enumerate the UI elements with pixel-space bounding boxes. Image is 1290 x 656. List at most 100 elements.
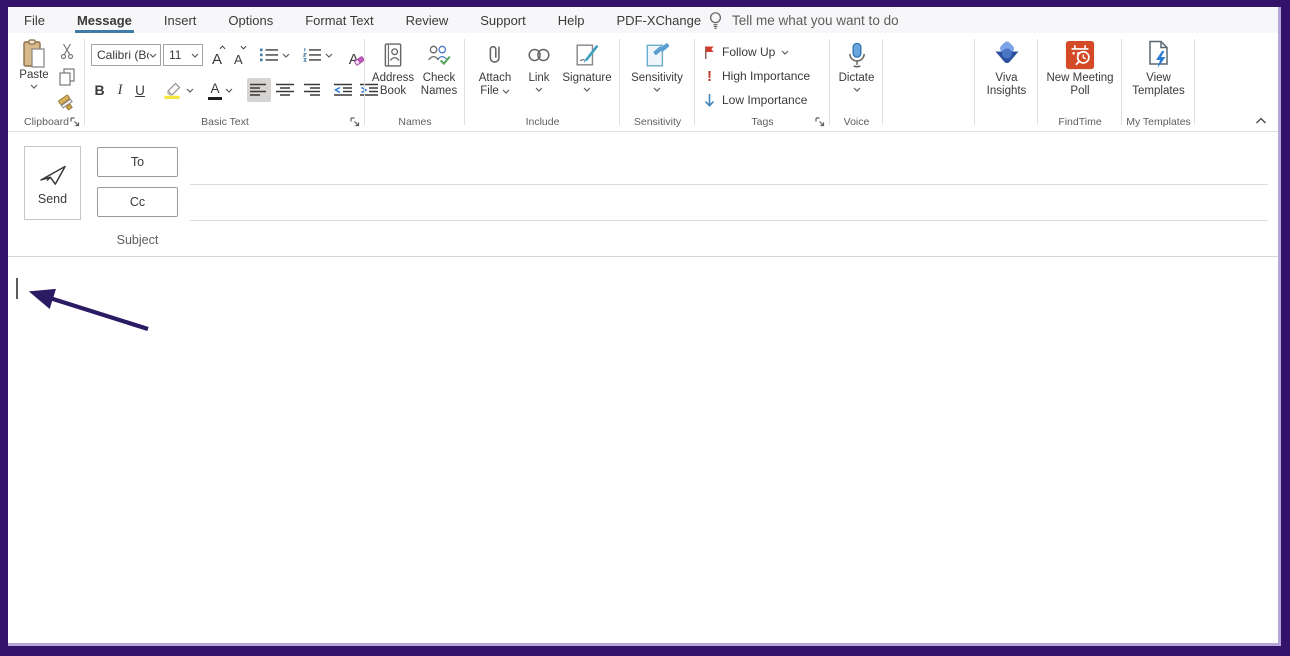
paperclip-icon: [486, 38, 504, 72]
group-voice: Dictate Voice: [830, 33, 883, 131]
attach-file-button[interactable]: Attach File: [473, 38, 517, 98]
paste-label: Paste: [19, 69, 48, 82]
findtime-group-label: FindTime: [1038, 116, 1122, 128]
copy-icon[interactable]: [56, 67, 78, 87]
tags-dialog-launcher-icon[interactable]: [814, 116, 826, 128]
check-names-button[interactable]: Check Names: [417, 38, 461, 98]
link-icon: [527, 38, 551, 72]
bold-button[interactable]: B: [91, 82, 108, 98]
font-color-button[interactable]: A: [206, 78, 235, 102]
sensitivity-label: Sensitivity: [631, 72, 683, 85]
collapse-ribbon-icon[interactable]: [1253, 115, 1269, 127]
tags-group-label: Tags: [695, 116, 830, 128]
tab-support[interactable]: Support: [464, 7, 542, 33]
underline-button[interactable]: U: [132, 83, 148, 98]
group-findtime: New Meeting Poll FindTime: [1038, 33, 1122, 131]
to-button[interactable]: To: [97, 147, 178, 177]
ribbon: Paste Clipboard: [8, 33, 1281, 132]
view-templates-icon: [1146, 38, 1172, 72]
message-body[interactable]: [8, 257, 1281, 643]
group-my-templates: View Templates My Templates: [1122, 33, 1195, 131]
send-button[interactable]: Send: [24, 146, 81, 220]
paste-dropdown-icon[interactable]: [30, 84, 38, 89]
numbering-button[interactable]: [300, 43, 335, 67]
link-dropdown-icon[interactable]: [535, 87, 543, 92]
tell-me-box[interactable]: Tell me what you want to do: [708, 7, 899, 33]
signature-icon: [575, 38, 599, 72]
follow-up-button[interactable]: Follow Up: [703, 41, 789, 63]
low-importance-button[interactable]: Low Importance: [703, 89, 807, 111]
tab-insert[interactable]: Insert: [148, 7, 213, 33]
tab-pdf-xchange[interactable]: PDF-XChange: [601, 7, 718, 33]
italic-button[interactable]: I: [113, 82, 127, 99]
address-book-button[interactable]: Address Book: [371, 38, 415, 98]
to-button-label: To: [131, 155, 144, 169]
menu-bar: File Message Insert Options Format Text …: [8, 7, 1281, 33]
format-painter-icon[interactable]: [56, 93, 78, 113]
dictate-label: Dictate: [839, 72, 875, 85]
align-center-button[interactable]: [273, 78, 297, 102]
tab-review[interactable]: Review: [390, 7, 465, 33]
align-right-button[interactable]: [299, 78, 323, 102]
group-spacer: [883, 33, 975, 131]
clipboard-dialog-launcher-icon[interactable]: [69, 116, 81, 128]
group-viva-insights: Viva Insights: [975, 33, 1038, 131]
meeting-poll-icon: [1065, 38, 1095, 72]
sensitivity-dropdown-icon[interactable]: [653, 87, 661, 92]
tab-file[interactable]: File: [8, 7, 61, 33]
tab-help[interactable]: Help: [542, 7, 601, 33]
cc-field[interactable]: [190, 186, 1268, 220]
grow-font-button[interactable]: A: [210, 43, 224, 67]
group-tags: Follow Up ! High Importance Low Importan…: [695, 33, 830, 131]
font-size-combo[interactable]: 11: [163, 44, 203, 66]
check-names-icon: [426, 38, 452, 72]
dictate-dropdown-icon[interactable]: [853, 87, 861, 92]
decrease-indent-button[interactable]: [331, 78, 355, 102]
window-frame: [0, 0, 1290, 7]
bullets-button[interactable]: [257, 43, 292, 67]
font-name-combo[interactable]: Calibri (Bo: [91, 44, 161, 66]
paste-clipboard-icon: [21, 39, 47, 69]
signature-dropdown-icon[interactable]: [583, 87, 591, 92]
clear-formatting-button[interactable]: A: [347, 43, 361, 67]
dictate-button[interactable]: Dictate: [834, 38, 879, 92]
view-templates-button[interactable]: View Templates: [1127, 38, 1190, 98]
new-meeting-poll-button[interactable]: New Meeting Poll: [1044, 38, 1116, 98]
tab-options[interactable]: Options: [212, 7, 289, 33]
compose-header: Send To Cc Subject: [8, 132, 1281, 257]
sensitivity-button[interactable]: Sensitivity: [626, 38, 688, 92]
view-templates-label: View Templates: [1127, 72, 1190, 98]
names-group-label: Names: [365, 116, 465, 128]
signature-label: Signature: [562, 72, 611, 85]
group-sensitivity: Sensitivity Sensitivity: [620, 33, 695, 131]
paste-button[interactable]: Paste: [14, 39, 54, 89]
link-button[interactable]: Link: [522, 38, 556, 92]
annotation-arrow: [20, 283, 160, 341]
header-body-divider: [8, 256, 1281, 257]
subject-label: Subject: [97, 233, 178, 247]
group-clipboard: Paste Clipboard: [8, 33, 85, 131]
align-left-button[interactable]: [247, 78, 271, 102]
to-field[interactable]: [190, 148, 1268, 184]
subject-field[interactable]: [190, 226, 1268, 252]
signature-button[interactable]: Signature: [558, 38, 616, 92]
shrink-font-button[interactable]: A: [232, 43, 245, 67]
address-book-label: Address Book: [371, 72, 415, 98]
high-importance-button[interactable]: ! High Importance: [703, 65, 810, 87]
send-label: Send: [38, 192, 67, 206]
basic-text-dialog-launcher-icon[interactable]: [349, 116, 361, 128]
group-include: Attach File Link Signature Include: [465, 33, 620, 131]
new-meeting-poll-label: New Meeting Poll: [1044, 72, 1116, 98]
text-highlight-button[interactable]: [161, 78, 196, 102]
to-field-underline: [190, 184, 1268, 185]
cc-button-label: Cc: [130, 195, 145, 209]
tab-message[interactable]: Message: [61, 7, 148, 33]
tab-format-text[interactable]: Format Text: [289, 7, 389, 33]
low-importance-icon: [703, 93, 716, 108]
voice-group-label: Voice: [830, 116, 883, 128]
cut-icon[interactable]: [56, 41, 78, 61]
font-name-value: Calibri (Bo: [97, 48, 149, 62]
cc-button[interactable]: Cc: [97, 187, 178, 217]
viva-insights-button[interactable]: Viva Insights: [981, 38, 1032, 98]
high-importance-label: High Importance: [722, 69, 810, 83]
